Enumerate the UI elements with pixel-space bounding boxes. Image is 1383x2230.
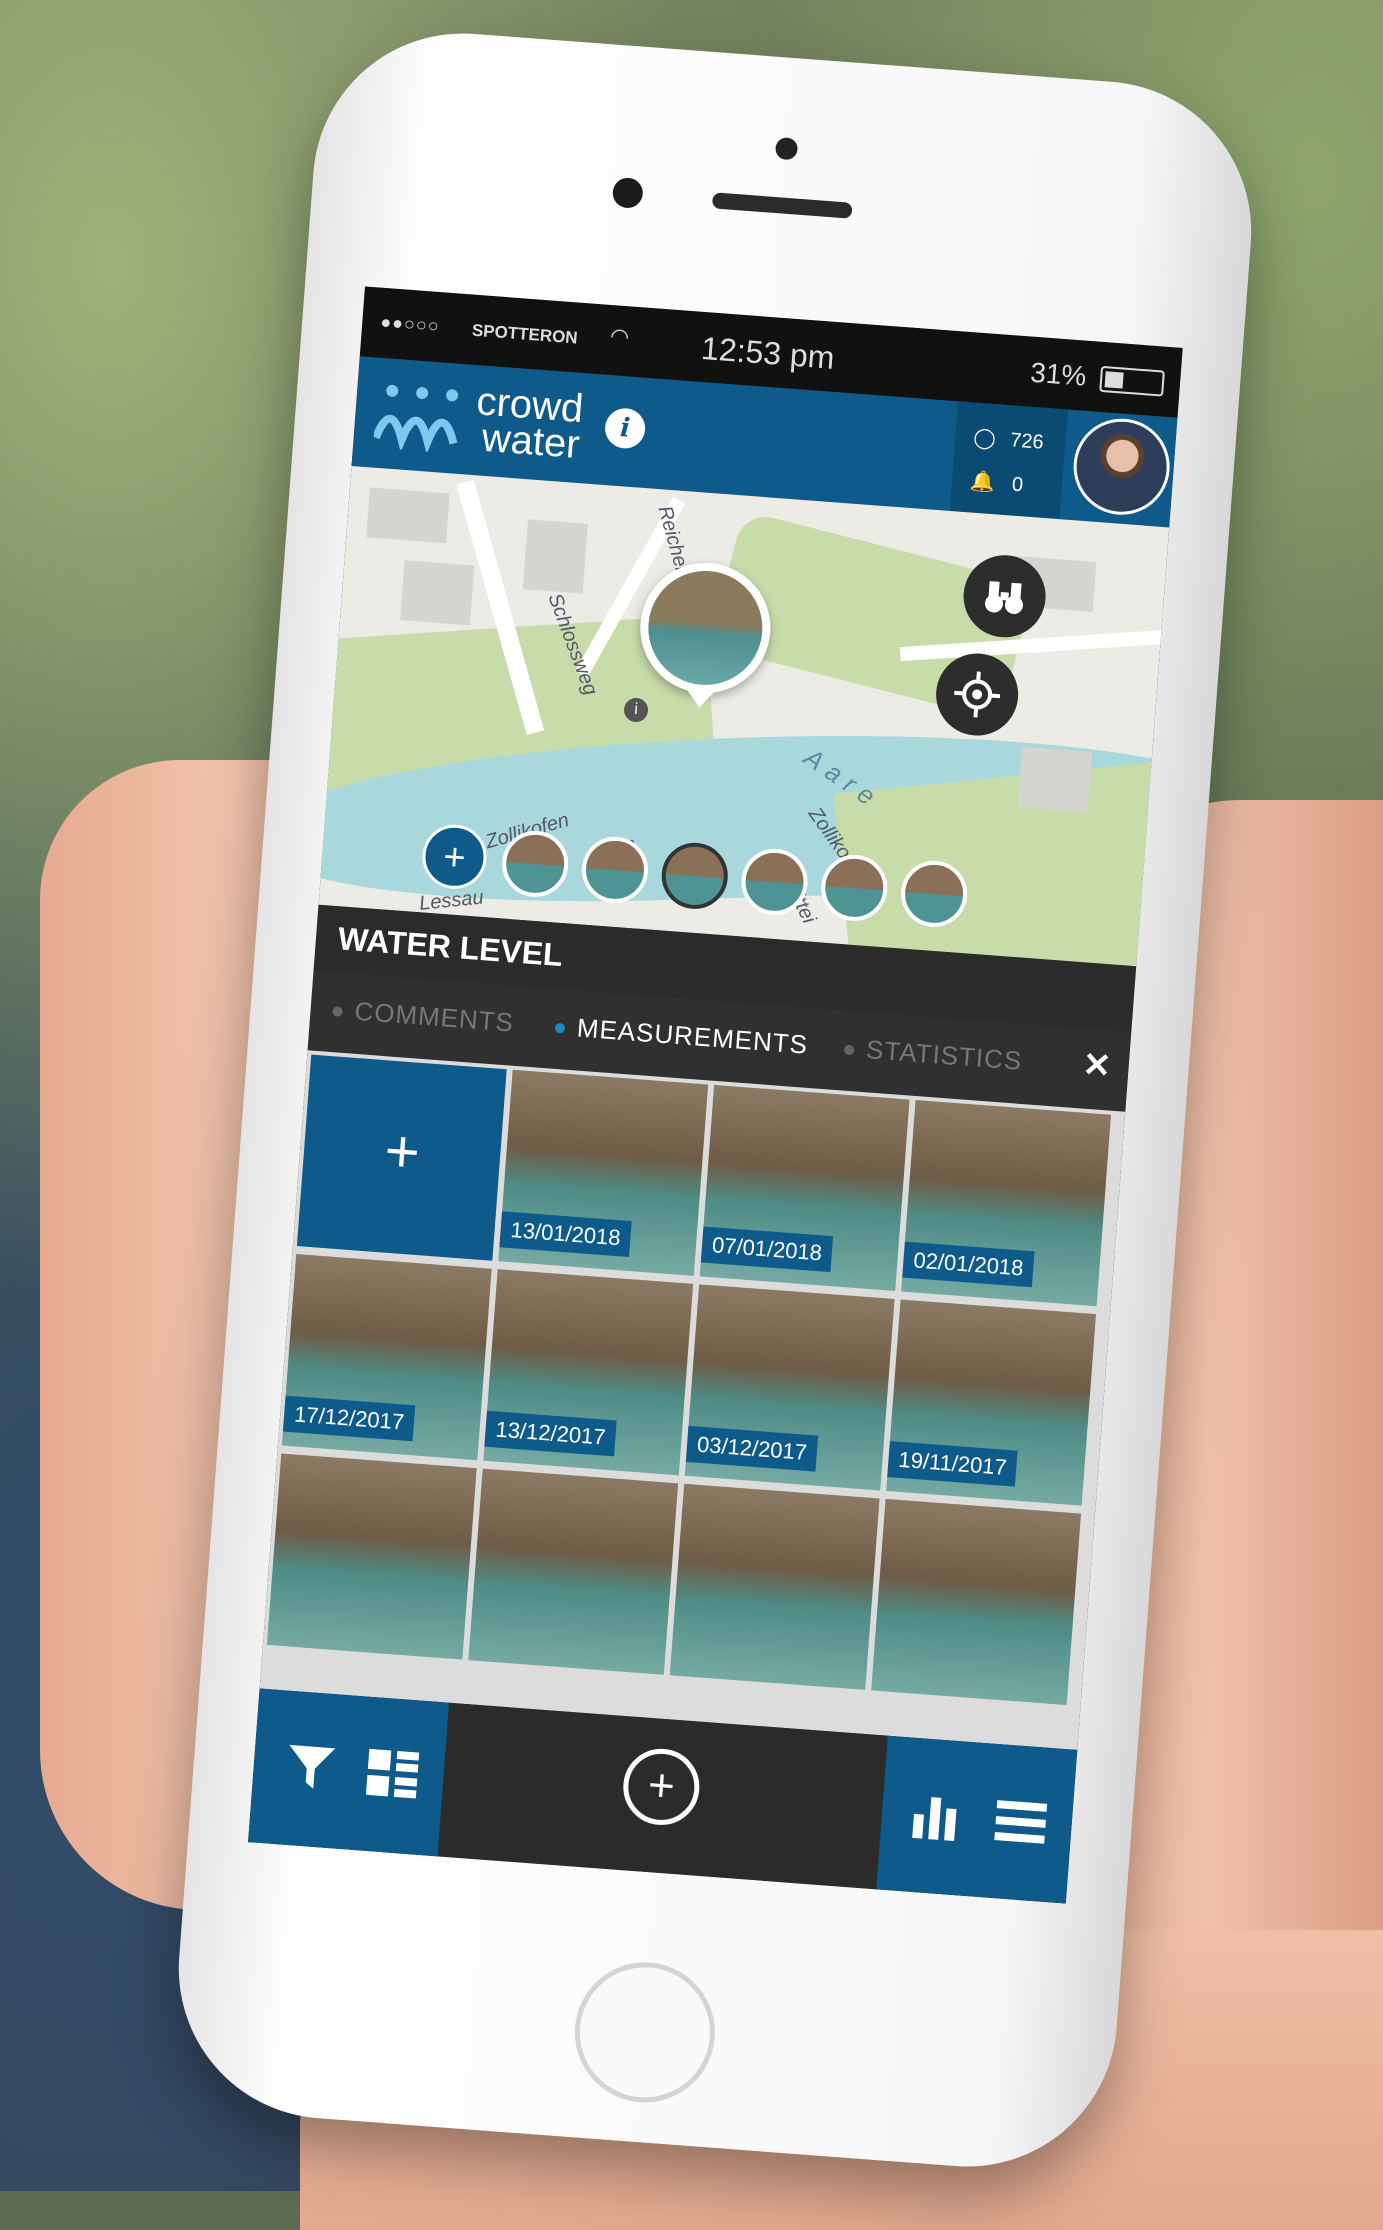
map-building xyxy=(400,560,475,626)
comment-icon: ◯ xyxy=(972,426,997,451)
battery-icon xyxy=(1099,365,1165,397)
measurement-date: 07/01/2018 xyxy=(700,1226,834,1273)
map-building xyxy=(1017,747,1093,813)
measurement-photo[interactable]: 19/11/2017 xyxy=(886,1299,1097,1506)
map-building xyxy=(366,487,450,544)
measurement-photo[interactable]: 13/01/2018 xyxy=(498,1069,709,1276)
measurement-photo[interactable] xyxy=(669,1483,880,1690)
measurement-photo[interactable]: 07/01/2018 xyxy=(699,1084,910,1292)
phone-device: ●●○○○ SPOTTERON ◠ 12:53 pm 31% crowd wat… xyxy=(167,22,1263,2178)
comments-count: 726 xyxy=(1009,429,1045,454)
menu-icon[interactable] xyxy=(992,1794,1050,1852)
activity-counters[interactable]: ◯ 726 🔔 0 xyxy=(949,401,1068,520)
measurement-photo[interactable]: 02/01/2018 xyxy=(901,1100,1112,1307)
user-avatar[interactable] xyxy=(1070,415,1174,519)
panel-title: WATER LEVEL xyxy=(336,920,564,974)
measurement-photo[interactable]: 17/12/2017 xyxy=(281,1254,492,1461)
signal-strength: ●●○○○ xyxy=(379,311,441,337)
measurement-date: 13/12/2017 xyxy=(484,1410,617,1457)
crosshair-icon xyxy=(954,671,1001,718)
measurement-date: 03/12/2017 xyxy=(685,1425,819,1472)
notifications-count: 0 xyxy=(1011,473,1024,497)
measurement-date: 02/01/2018 xyxy=(902,1241,1035,1288)
app-screen: ●●○○○ SPOTTERON ◠ 12:53 pm 31% crowd wat… xyxy=(248,286,1183,1904)
crowdwater-logo-icon xyxy=(372,384,459,455)
front-camera xyxy=(611,176,644,209)
list-icon[interactable] xyxy=(364,1745,422,1803)
info-button[interactable]: i xyxy=(603,406,647,450)
measurement-photo[interactable]: 13/12/2017 xyxy=(483,1269,694,1476)
bottom-right-group xyxy=(876,1735,1078,1904)
map-building xyxy=(522,519,588,594)
measurements-grid: + 13/01/2018 07/01/2018 02/01/2018 17/12… xyxy=(259,1050,1126,1750)
carrier-name: SPOTTERON xyxy=(471,320,579,348)
close-panel-button[interactable]: ✕ xyxy=(1081,1045,1112,1087)
earpiece-speaker xyxy=(711,192,853,219)
measurement-photo[interactable] xyxy=(266,1453,477,1660)
brand-name-line2: water xyxy=(480,415,582,467)
add-measurement-button[interactable]: + xyxy=(296,1054,507,1261)
clock: 12:53 pm xyxy=(700,329,836,376)
measurement-date: 13/01/2018 xyxy=(499,1211,632,1258)
pin-pointer xyxy=(683,686,717,709)
measurement-photo[interactable] xyxy=(468,1468,679,1675)
measurement-photo[interactable] xyxy=(871,1498,1082,1706)
tab-measurements[interactable]: MEASUREMENTS xyxy=(554,1011,809,1061)
wifi-icon: ◠ xyxy=(609,323,631,350)
place-label: Lessau xyxy=(418,886,485,915)
add-spot-center-button[interactable]: + xyxy=(620,1746,703,1828)
bottom-left-group xyxy=(248,1688,450,1857)
battery-percent: 31% xyxy=(1029,356,1088,392)
measurement-date: 17/12/2017 xyxy=(282,1395,416,1442)
map-view[interactable]: Reichen Schlossweg Aare Zollikofen Bern … xyxy=(318,465,1170,967)
bar-chart-icon[interactable] xyxy=(908,1788,966,1846)
home-button[interactable] xyxy=(569,1957,720,2108)
front-sensor xyxy=(774,136,799,161)
measurement-date: 19/11/2017 xyxy=(887,1441,1019,1487)
binoculars-icon xyxy=(985,581,1023,615)
bell-icon: 🔔 xyxy=(969,470,996,495)
tab-comments[interactable]: COMMENTS xyxy=(332,994,515,1039)
filter-icon[interactable] xyxy=(282,1739,340,1797)
tab-statistics[interactable]: STATISTICS xyxy=(843,1033,1023,1077)
measurement-photo[interactable]: 03/12/2017 xyxy=(684,1284,895,1491)
